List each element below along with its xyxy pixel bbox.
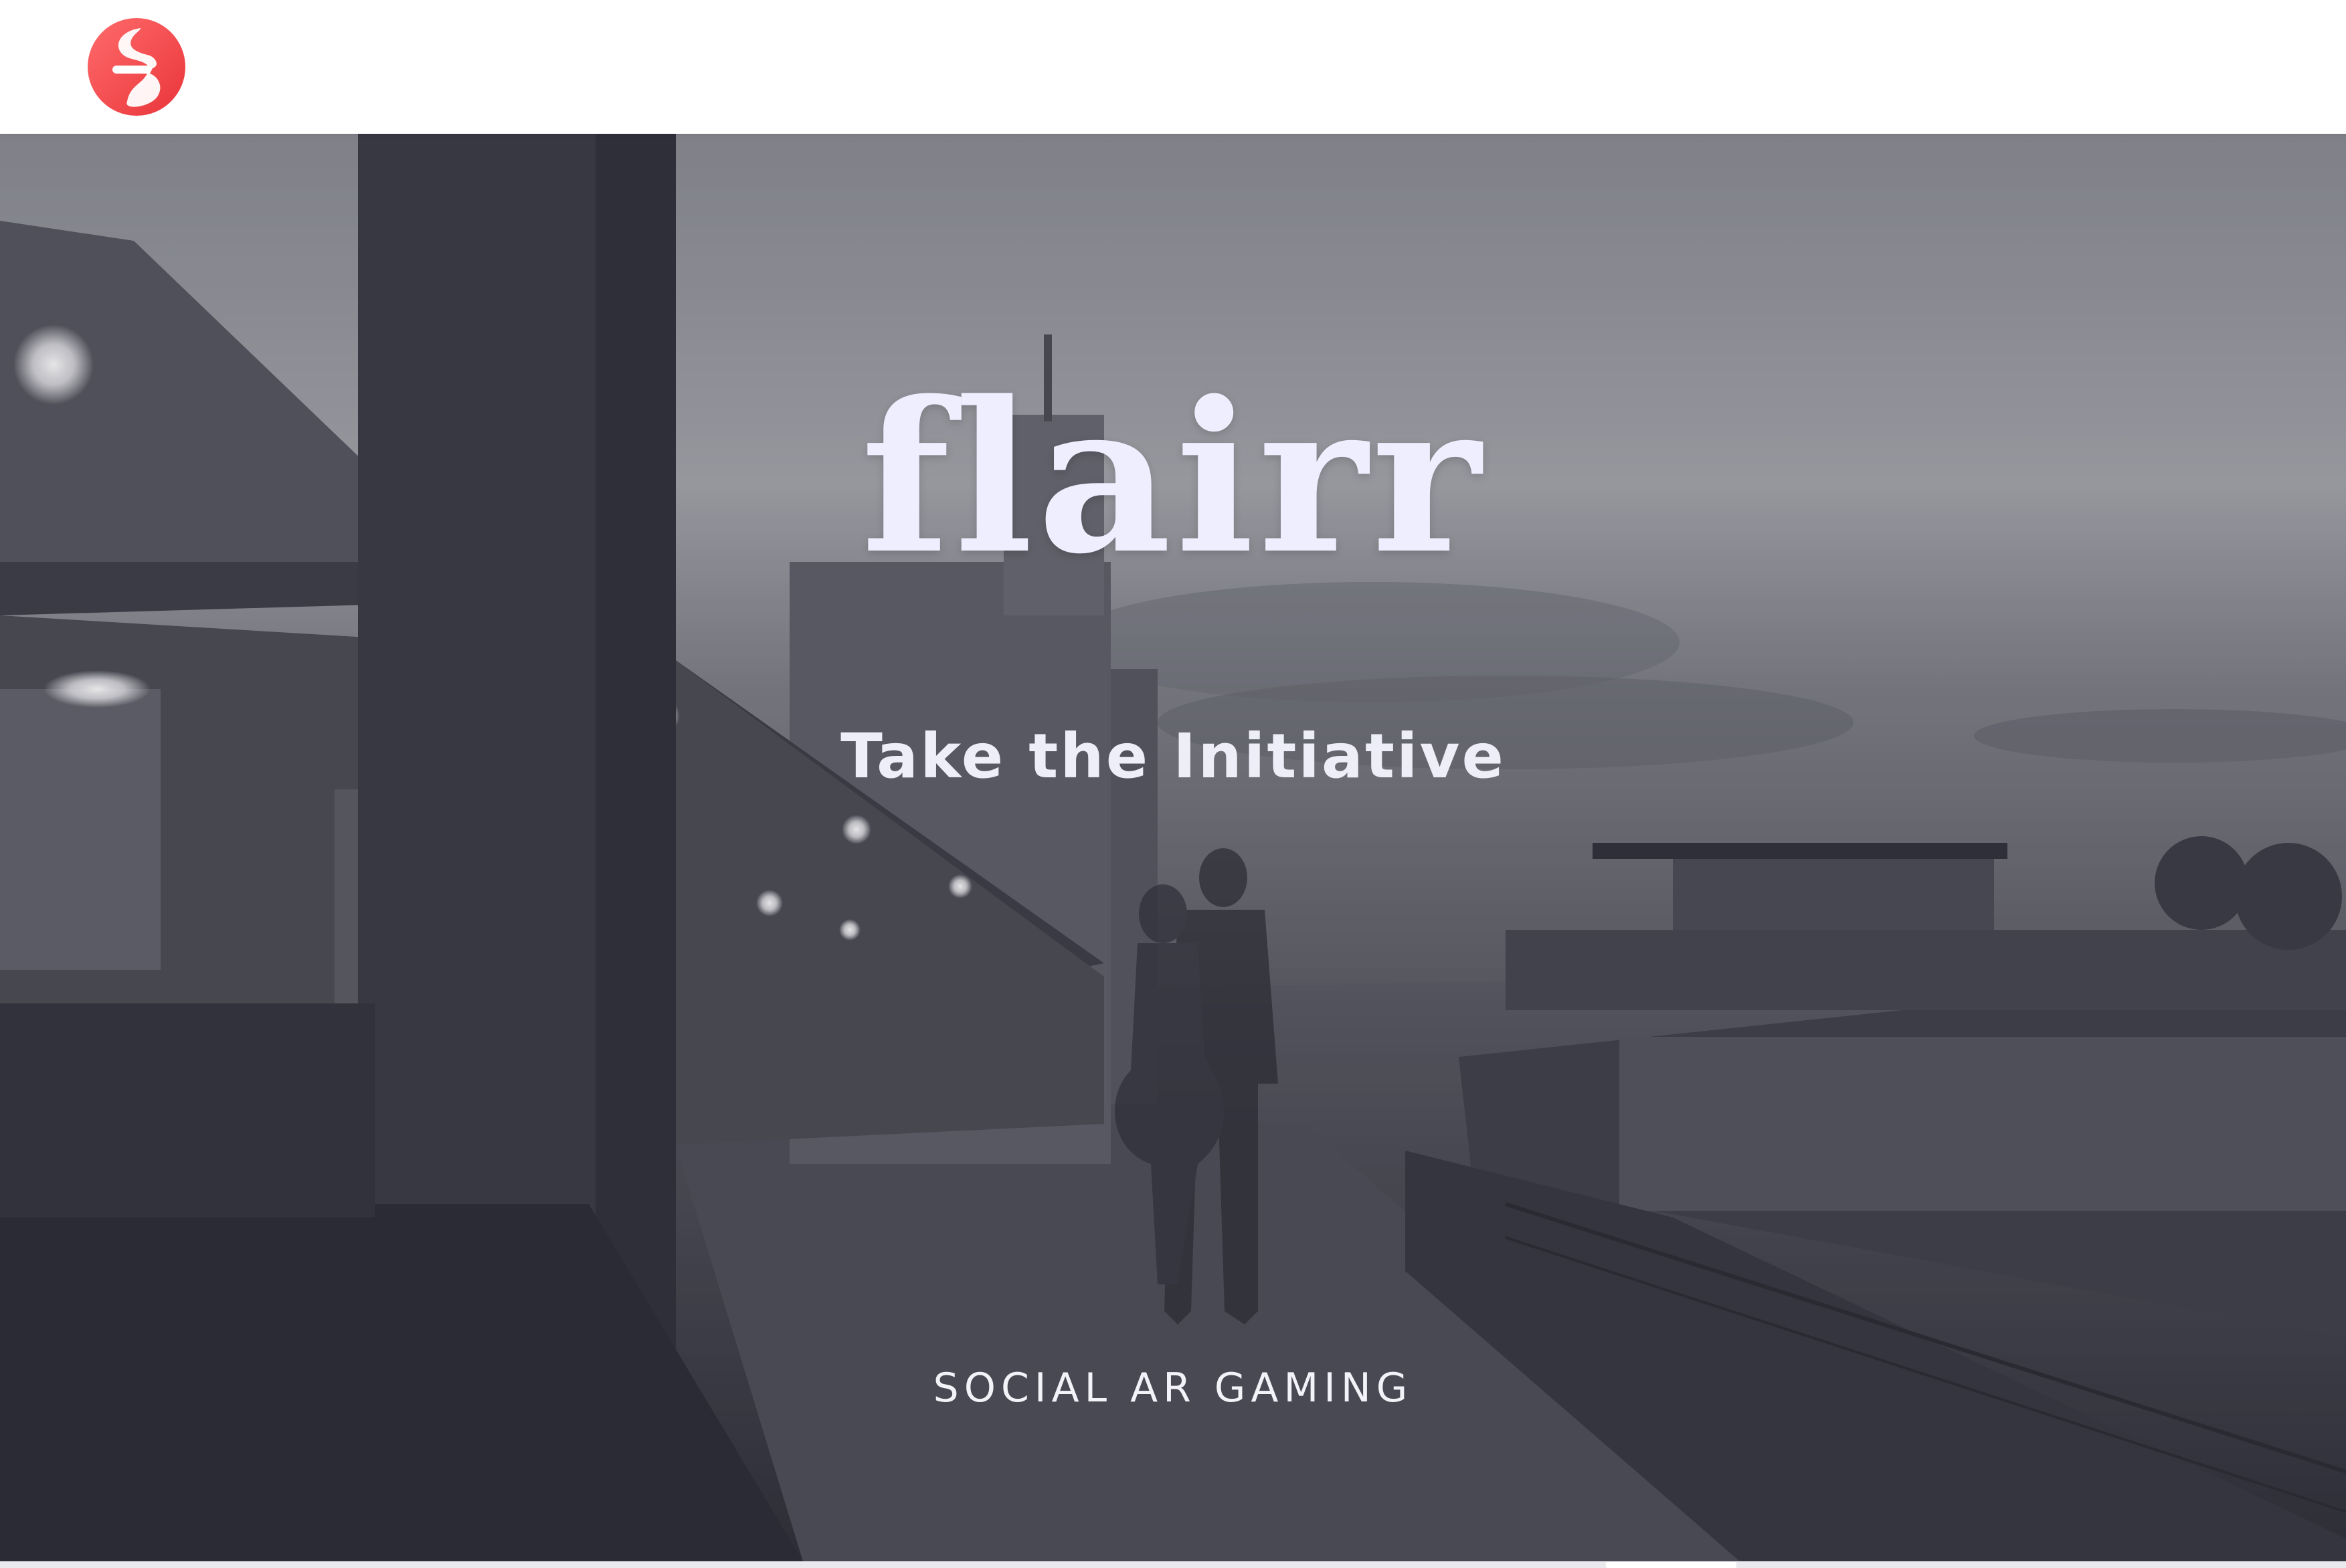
hero-tagline: Take the Initiative [840, 720, 1506, 792]
bottom-edge [0, 1561, 2346, 1568]
hero-section: flairr Take the Initiative SOCIAL AR GAM… [0, 134, 2346, 1561]
hero-subtitle: SOCIAL AR GAMING [933, 1365, 1413, 1411]
landing-page: flairr Take the Initiative SOCIAL AR GAM… [0, 0, 2346, 1568]
hero-title: flairr [861, 357, 1485, 600]
scroll-indicator[interactable] [1606, 1562, 1736, 1568]
top-bar [0, 0, 2346, 134]
harbor-dusk-photo [0, 134, 2346, 1561]
flairr-logo-icon[interactable] [86, 16, 187, 118]
